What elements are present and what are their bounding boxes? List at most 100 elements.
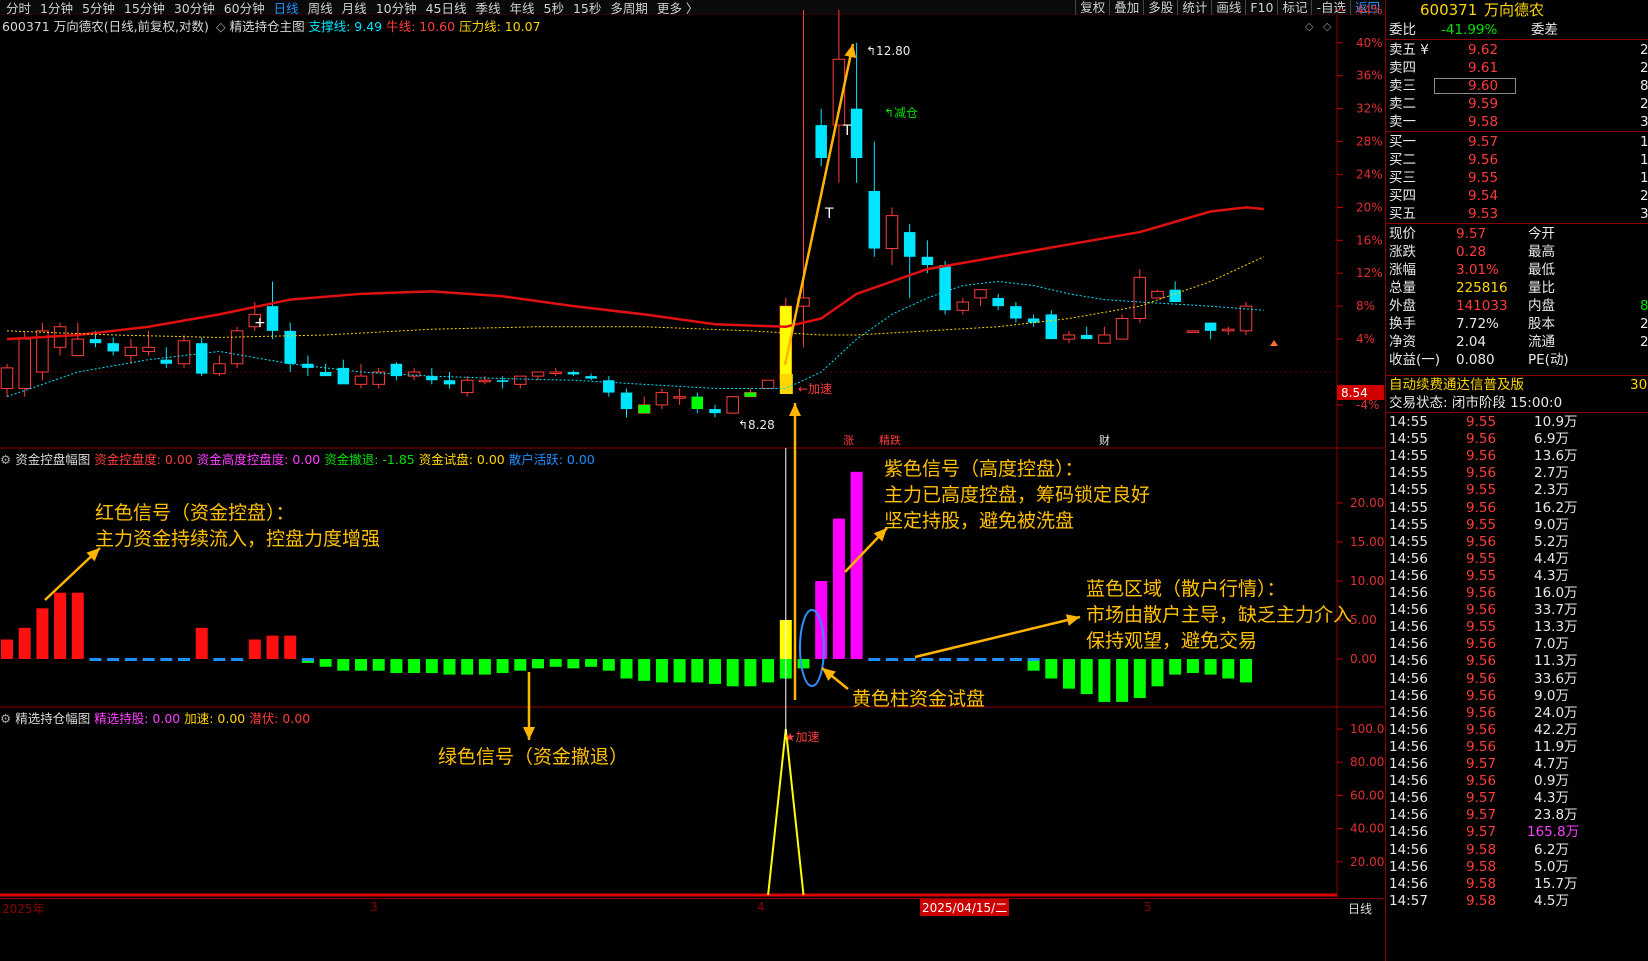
indicator-value: 资金撤退: -1.85 — [320, 452, 415, 467]
price-axis-label: 32% — [1356, 102, 1383, 116]
candle-body — [956, 301, 970, 311]
ask-row[interactable]: 卖四 9.61 2 — [1386, 59, 1648, 77]
tick-price: 9.55 — [1466, 414, 1497, 430]
bid-row[interactable]: 买四 9.54 2 — [1386, 187, 1648, 205]
promo-right: 30 — [1630, 377, 1648, 393]
bid-row[interactable]: 买三 9.55 1 — [1386, 169, 1648, 187]
stat-value: 225816 — [1456, 280, 1508, 296]
indicator3-name[interactable]: 精选持仓幅图 — [15, 711, 90, 726]
tick-volume: 5.0万 — [1534, 858, 1569, 875]
tick-price: 9.56 — [1466, 773, 1497, 790]
ask-row[interactable]: 卖二 9.59 2 — [1386, 95, 1648, 113]
tick-volume: 10.9万 — [1534, 414, 1578, 430]
cross-marker: + — [254, 315, 266, 331]
annotation-red-title: 红色信号（资金控盘）： — [95, 502, 295, 524]
indicator-gear-icon[interactable]: ⚙ — [0, 452, 11, 467]
indicator-gear-icon[interactable]: ⚙ — [0, 711, 11, 726]
indicator3-axis-label: 80.00 — [1350, 755, 1384, 769]
bid-row[interactable]: 买一 9.57 1 — [1386, 133, 1648, 151]
candle-body — [18, 338, 31, 389]
stat-label2: PE(动) — [1528, 352, 1569, 368]
bid-row[interactable]: 买二 9.56 1 — [1386, 151, 1648, 169]
stat-label2: 流通 — [1528, 334, 1555, 350]
candle-body — [655, 392, 669, 406]
promo-text[interactable]: 自动续费通达信普及版 — [1389, 376, 1524, 394]
indicator2-name[interactable]: 资金控盘幅图 — [15, 452, 90, 467]
ask-label: 卖三 — [1389, 78, 1416, 94]
candle-body — [709, 409, 721, 414]
price-axis-label: 36% — [1356, 69, 1383, 83]
stock-name: 万向德农 — [1484, 1, 1545, 19]
candle-body — [496, 380, 509, 382]
diamond-icon[interactable]: ◇ — [1305, 20, 1314, 33]
ask-row[interactable]: 卖五 ¥ 9.62 2 — [1386, 41, 1648, 59]
bid-label: 买二 — [1389, 152, 1416, 168]
tick-row: 14:56 9.57 23.8万 — [1386, 806, 1648, 824]
tick-time: 14:56 — [1389, 653, 1428, 670]
retail-bar — [107, 658, 120, 661]
bid-label: 买四 — [1389, 188, 1416, 204]
tick-volume: 11.9万 — [1534, 738, 1578, 755]
candlestick-series — [0, 9, 1253, 418]
candle-body — [1080, 334, 1093, 340]
ask-volume: 2 — [1640, 96, 1648, 112]
annotation-blue: 蓝色区域（散户行情）： 市场由散户主导，缺乏主力介入 保持观望，避免交易 — [1086, 576, 1352, 654]
retail-bar — [921, 658, 934, 661]
candle-body — [1045, 314, 1058, 340]
资金撤退-bar — [1045, 659, 1058, 679]
high-price-label: ↰12.80 — [866, 44, 910, 58]
tick-row: 14:55 9.55 2.3万 — [1386, 481, 1648, 499]
blue-signal-arrow-head — [1065, 614, 1080, 626]
diamond-icon[interactable]: ◇ — [1323, 20, 1332, 33]
candle-body — [107, 343, 119, 352]
price-axis-label: 40% — [1356, 36, 1383, 50]
candle-body — [850, 108, 863, 159]
资金撤退-bar — [461, 659, 474, 675]
candle-body — [1186, 330, 1200, 333]
bid-price: 9.55 — [1468, 170, 1499, 186]
kline-chart[interactable]: 44% 40% 36% 32% 28% 24% 20% 16% 12% 8% 4% -4%8.54 ◇ ◇… — [0, 0, 1384, 961]
tick-time: 14:55 — [1389, 414, 1428, 430]
indicator2-axis-label: 20.00 — [1350, 496, 1384, 510]
资金撤退-bar — [744, 659, 757, 687]
annotation-blue-desc: 市场由散户主导，缺乏主力介入 — [1086, 604, 1353, 626]
tick-volume: 5.2万 — [1534, 533, 1569, 550]
tick-time: 14:56 — [1389, 756, 1428, 772]
ask-row[interactable]: 卖一 9.58 30 — [1386, 113, 1648, 131]
资金撤退-bar — [691, 659, 704, 683]
retail-bar — [89, 658, 102, 661]
tick-price: 9.55 — [1466, 550, 1497, 567]
stat-label: 净资 — [1389, 334, 1416, 350]
price-axis-label: 20% — [1356, 200, 1383, 214]
candle-body — [195, 343, 208, 374]
tick-row: 14:56 9.56 33.7万 — [1386, 601, 1648, 619]
bid-row[interactable]: 买五 9.53 3 — [1386, 205, 1648, 223]
bid-label: 买一 — [1389, 134, 1416, 150]
tick-time: 14:56 — [1389, 704, 1428, 721]
tick-price: 9.58 — [1466, 892, 1497, 909]
tick-time: 14:56 — [1389, 773, 1428, 790]
资金撤退-bar — [514, 659, 527, 671]
promo-row[interactable]: 自动续费通达信普及版 30 — [1386, 375, 1648, 393]
indicator2-header: ⚙ 资金控盘幅图 资金控盘度: 0.00 资金高度控盘度: 0.00 资金撤退:… — [0, 449, 595, 468]
candle-body — [0, 367, 14, 389]
stat-row: 外盘 141033 内盘 8 — [1386, 297, 1648, 315]
quote-header: 600371 万向德农 — [1386, 0, 1648, 20]
tick-price: 9.57 — [1466, 824, 1497, 841]
price-axis-label: 8% — [1356, 299, 1375, 313]
bid-volume: 1 — [1640, 152, 1648, 168]
资金撤退-bar — [319, 659, 332, 667]
资金撤退-bar — [496, 659, 509, 674]
资金控盘度-bar — [36, 608, 49, 659]
indicator2-axis-label: 0.00 — [1350, 652, 1377, 666]
candle-body — [620, 392, 633, 410]
ask-row[interactable]: 卖三 9.60 8 — [1386, 77, 1648, 95]
retail-bar — [1009, 658, 1022, 661]
tick-price: 9.55 — [1466, 619, 1497, 636]
stat-label2: 量比 — [1528, 280, 1555, 296]
stat-label: 涨幅 — [1389, 262, 1416, 278]
资金撤退-bar — [1098, 659, 1111, 702]
tick-price: 9.56 — [1466, 704, 1497, 721]
tick-row: 14:56 9.56 16.0万 — [1386, 584, 1648, 602]
tick-price: 9.56 — [1466, 653, 1497, 670]
